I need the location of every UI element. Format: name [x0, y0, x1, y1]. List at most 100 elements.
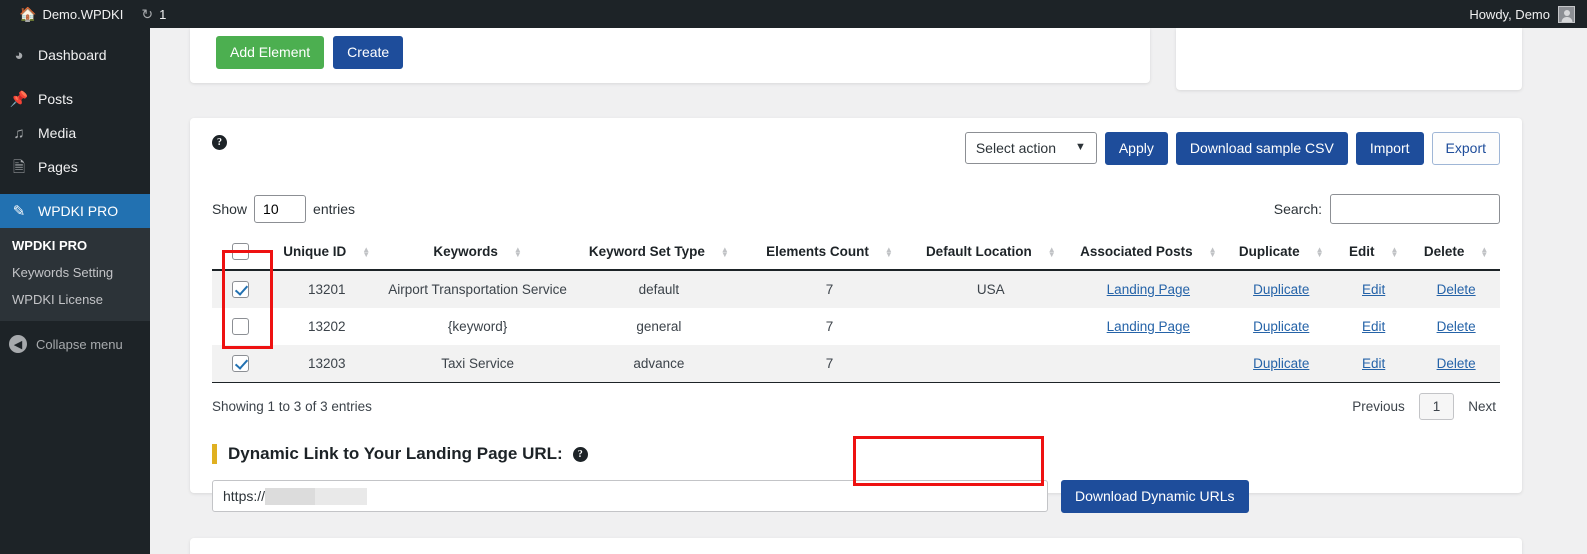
delete-link[interactable]: Delete	[1437, 319, 1476, 334]
create-button[interactable]: Create	[333, 36, 404, 69]
column-delete[interactable]: Delete ▲ ▼	[1412, 234, 1500, 271]
show-entries-control: Show 10 entries	[212, 195, 355, 223]
cell-elements-count: 7	[825, 319, 834, 334]
pagination-previous[interactable]: Previous	[1348, 397, 1409, 416]
pagination-next[interactable]: Next	[1464, 397, 1500, 416]
redacted-block-primary	[265, 487, 316, 505]
duplicate-link[interactable]: Duplicate	[1253, 319, 1309, 334]
table-header-row: Unique ID ▲ ▼ Keywords ▲ ▼ Keyword Set T…	[212, 234, 1500, 271]
column-unique-id[interactable]: Unique ID ▲ ▼	[269, 234, 385, 271]
cell-edit: Edit	[1335, 345, 1413, 383]
sidebar-item-label: Dashboard	[38, 47, 107, 63]
sidebar-item-dashboard[interactable]: ◕ Dashboard	[0, 38, 150, 72]
keyword-sets-panel: ? Select action ▼ Apply Download sample …	[190, 118, 1522, 513]
row-checkbox[interactable]	[232, 281, 250, 298]
help-circle-icon[interactable]: ?	[212, 135, 227, 150]
avatar[interactable]	[1558, 5, 1575, 23]
dynamic-link-heading: Dynamic Link to Your Landing Page URL: ?	[212, 444, 1500, 464]
submenu-item-wpdki-pro[interactable]: WPDKI PRO	[0, 232, 150, 259]
add-element-button[interactable]: Add Element	[216, 36, 325, 69]
edit-link[interactable]: Edit	[1362, 319, 1385, 334]
cell-keywords: Taxi Service	[384, 345, 571, 383]
search-input[interactable]	[1330, 194, 1500, 224]
import-button[interactable]: Import	[1355, 132, 1424, 165]
cell-delete: Delete	[1412, 270, 1500, 308]
submenu-item-keywords-setting[interactable]: Keywords Setting	[0, 259, 150, 286]
select-action-wrapper: Select action ▼	[964, 132, 1097, 165]
edit-link[interactable]: Edit	[1362, 282, 1385, 297]
cell-delete: Delete	[1412, 308, 1500, 345]
table-info: Showing 1 to 3 of 3 entries	[212, 399, 372, 414]
column-keyword-set-type[interactable]: Keyword Set Type ▲ ▼	[570, 234, 747, 271]
table-head: Unique ID ▲ ▼ Keywords ▲ ▼ Keyword Set T…	[212, 234, 1500, 271]
cell-delete: Delete	[1412, 345, 1500, 383]
delete-link[interactable]: Delete	[1437, 356, 1476, 371]
sort-arrows-icon: ▲ ▼	[1208, 244, 1217, 259]
cell-keyword-set-type: advance	[570, 345, 747, 383]
sort-arrows-icon: ▲ ▼	[1047, 244, 1056, 259]
landing-page-link[interactable]: Landing Page	[1107, 282, 1190, 297]
column-label: Elements Count	[766, 244, 869, 259]
entries-label: entries	[313, 201, 356, 217]
column-elements-count[interactable]: Elements Count ▲ ▼	[746, 234, 913, 271]
element-builder-actions: Add Element Create	[190, 28, 1150, 69]
sidebar-item-pages[interactable]: 🗎 Pages	[0, 150, 150, 184]
column-keywords[interactable]: Keywords ▲ ▼	[384, 234, 571, 271]
duplicate-link[interactable]: Duplicate	[1253, 356, 1309, 371]
pagination-page-1[interactable]: 1	[1418, 393, 1455, 420]
export-button[interactable]: Export	[1431, 132, 1500, 165]
delete-link[interactable]: Delete	[1437, 282, 1476, 297]
table-row: 13201 Airport Transportation Service def…	[212, 270, 1500, 308]
landing-page-link[interactable]: Landing Page	[1107, 319, 1190, 334]
help-circle-icon[interactable]: ?	[572, 446, 588, 462]
entries-length-select[interactable]: 10	[254, 195, 307, 223]
sidebar-item-media[interactable]: ♫ Media	[0, 116, 150, 150]
column-duplicate[interactable]: Duplicate ▲ ▼	[1227, 234, 1336, 271]
dynamic-url-input[interactable]: https://	[212, 480, 1048, 512]
sidebar-item-wpdki-pro[interactable]: ✎ WPDKI PRO	[0, 194, 150, 228]
row-checkbox[interactable]	[232, 318, 250, 335]
dashboard-icon: ◕	[14, 46, 24, 64]
collapse-menu-label: Collapse menu	[36, 336, 123, 352]
column-edit[interactable]: Edit ▲ ▼	[1335, 234, 1413, 271]
keyword-sets-table: Unique ID ▲ ▼ Keywords ▲ ▼ Keyword Set T…	[212, 234, 1500, 383]
howdy-label[interactable]: Howdy, Demo	[1469, 7, 1550, 22]
site-name-menu[interactable]: 🏠 Demo.WPDKI	[10, 0, 132, 28]
row-select-cell	[212, 345, 270, 383]
select-action-dropdown[interactable]: Select action	[964, 132, 1097, 165]
apply-button[interactable]: Apply	[1104, 132, 1168, 165]
row-select-cell	[212, 308, 269, 345]
row-checkbox[interactable]	[232, 355, 250, 372]
screen: 🏠 Demo.WPDKI ↻ 1 Howdy, Demo ◕ Dashboard…	[0, 0, 1587, 554]
redacted-block-secondary	[315, 487, 368, 505]
download-sample-csv-button[interactable]: Download sample CSV	[1175, 132, 1348, 165]
column-associated-posts[interactable]: Associated Posts ▲ ▼	[1069, 234, 1228, 271]
url-prefix-text: https://	[223, 488, 266, 504]
column-label: Associated Posts	[1080, 244, 1193, 259]
media-icon: ♫	[13, 124, 25, 142]
select-all-checkbox[interactable]	[232, 243, 250, 260]
search-label: Search:	[1273, 201, 1322, 217]
sidebar-item-label: Posts	[38, 91, 74, 107]
column-select-all	[212, 234, 270, 271]
sidebar-item-label: Pages	[38, 159, 78, 175]
sort-arrows-icon: ▲ ▼	[1480, 244, 1489, 259]
cell-elements-count: 7	[746, 345, 913, 383]
table-footer: Showing 1 to 3 of 3 entries Previous 1 N…	[212, 393, 1500, 420]
column-label: Keywords	[433, 244, 498, 259]
column-default-location[interactable]: Default Location ▲ ▼	[912, 234, 1070, 271]
submenu-item-wpdki-license[interactable]: WPDKI License	[0, 286, 150, 313]
cell-duplicate: Duplicate	[1227, 345, 1336, 383]
edit-link[interactable]: Edit	[1362, 356, 1385, 371]
collapse-menu-button[interactable]: ◀ Collapse menu	[0, 325, 150, 363]
admin-sidebar: ◕ Dashboard 📌 Posts ♫ Media 🗎 Pages ✎ WP…	[0, 28, 150, 554]
table-row: 13203 Taxi Service advance 7 Duplicate E…	[212, 345, 1500, 383]
download-dynamic-urls-button[interactable]: Download Dynamic URLs	[1061, 480, 1249, 513]
cell-associated-posts: Landing Page	[1069, 308, 1227, 345]
sidebar-item-posts[interactable]: 📌 Posts	[0, 82, 150, 116]
updates-menu[interactable]: ↻ 1	[132, 0, 175, 28]
admin-bar: 🏠 Demo.WPDKI ↻ 1 Howdy, Demo	[0, 0, 1587, 28]
duplicate-link[interactable]: Duplicate	[1253, 282, 1309, 297]
